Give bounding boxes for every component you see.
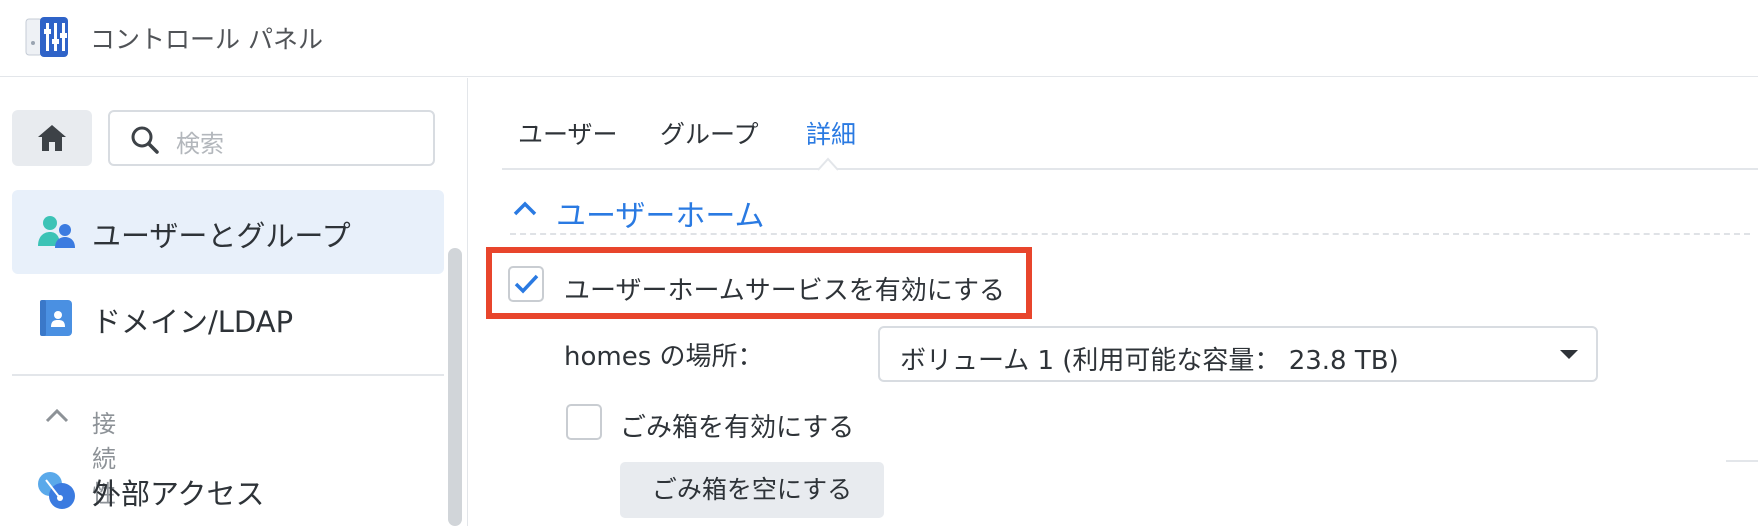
- section-title: ユーザーホーム: [556, 199, 765, 234]
- search-icon: [131, 126, 159, 154]
- user-home-section-header[interactable]: ユーザーホーム: [510, 185, 1750, 235]
- sidebar-divider: [12, 374, 444, 376]
- select-value: ボリューム 1 (利用可能な容量： 23.8 TB): [900, 346, 1399, 376]
- search-placeholder: 検索: [176, 130, 224, 158]
- homes-location-select[interactable]: ボリューム 1 (利用可能な容量： 23.8 TB): [878, 326, 1598, 382]
- control-panel-icon: [25, 17, 68, 57]
- title-bar: コントロール パネル: [0, 0, 1758, 77]
- search-input[interactable]: 検索: [108, 110, 435, 166]
- tab-users[interactable]: ユーザー: [518, 115, 618, 151]
- checkmark-icon: [514, 274, 539, 294]
- divider: [1726, 460, 1758, 462]
- homes-location-label: homes の場所：: [564, 342, 764, 372]
- sidebar-item-users-groups[interactable]: ユーザーとグループ: [12, 190, 444, 274]
- enable-recycle-bin-label: ごみ箱を有効にする: [620, 413, 855, 443]
- domain-ldap-icon: [40, 300, 72, 336]
- users-groups-icon: [38, 216, 75, 248]
- sidebar-item-label: ドメイン/LDAP: [92, 305, 294, 339]
- window-title: コントロール パネル: [90, 25, 323, 54]
- tab-bar: ユーザー グループ 詳細: [502, 78, 1758, 170]
- chevron-up-icon: [45, 408, 69, 423]
- external-access-icon: [38, 472, 75, 509]
- caret-down-icon: [1560, 350, 1578, 359]
- enable-user-home-checkbox[interactable]: [508, 266, 544, 302]
- sidebar-item-label: 外部アクセス: [92, 477, 265, 511]
- tab-groups[interactable]: グループ: [660, 115, 759, 151]
- sidebar-scrollbar[interactable]: [448, 248, 462, 526]
- tab-advanced[interactable]: 詳細: [806, 115, 856, 151]
- home-icon: [38, 125, 66, 151]
- enable-user-home-label: ユーザーホームサービスを有効にする: [564, 276, 1005, 306]
- sidebar: 検索 ユーザーとグループ ドメイン/LDAP 接続性 外部アクセス: [0, 78, 468, 526]
- enable-recycle-bin-checkbox[interactable]: [566, 404, 602, 440]
- chevron-up-icon: [513, 201, 537, 216]
- home-button[interactable]: [12, 110, 92, 166]
- sidebar-item-external-access[interactable]: 外部アクセス: [12, 448, 444, 526]
- sidebar-item-domain-ldap[interactable]: ドメイン/LDAP: [12, 276, 444, 360]
- active-tab-pointer: [818, 157, 838, 171]
- sidebar-item-label: ユーザーとグループ: [92, 219, 351, 253]
- empty-recycle-bin-button[interactable]: ごみ箱を空にする: [620, 462, 884, 518]
